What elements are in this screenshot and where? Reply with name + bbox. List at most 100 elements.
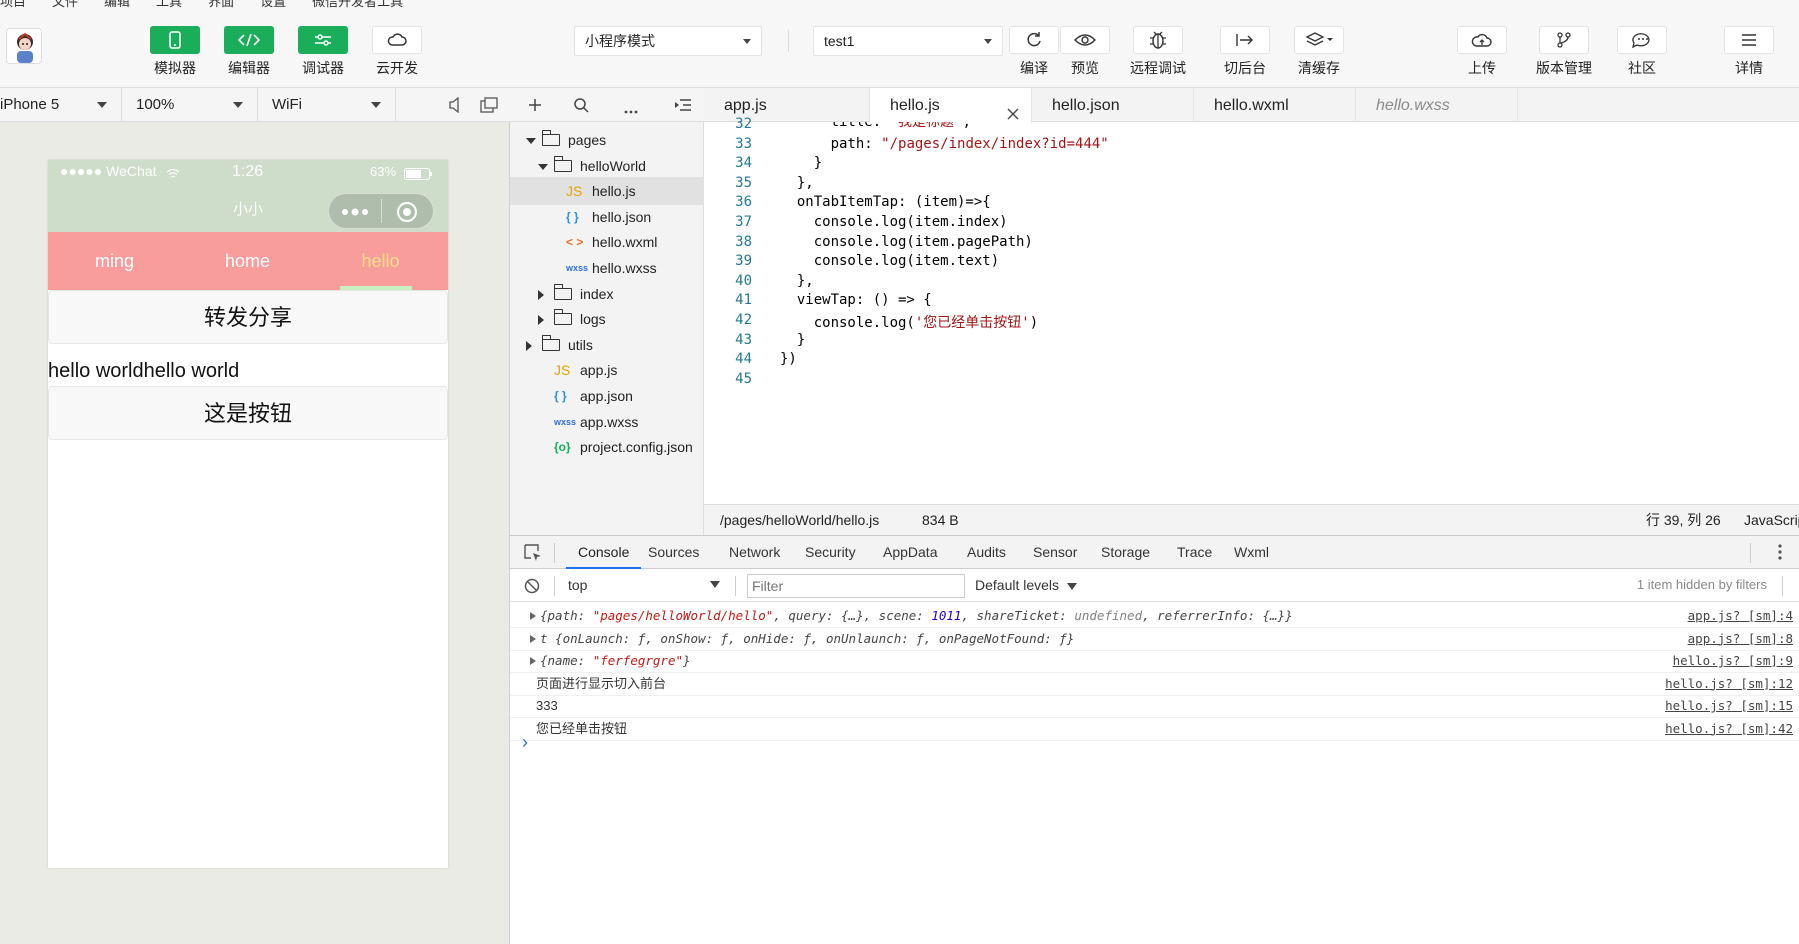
phone-top-tabs: ming home hello	[48, 232, 448, 290]
context-select[interactable]: top	[564, 574, 724, 596]
tree-item-app-js[interactable]: JS app.js	[510, 356, 704, 384]
chevron-down-icon[interactable]	[526, 138, 536, 144]
editor-tab-hello-json[interactable]: hello.json	[1032, 88, 1194, 122]
chevron-down-icon[interactable]	[538, 163, 548, 170]
tab-wxml[interactable]: Wxml	[1234, 536, 1269, 569]
clear-cache-button[interactable]: 清缓存	[1288, 26, 1350, 78]
tab-storage[interactable]: Storage	[1101, 536, 1150, 569]
detach-window-icon[interactable]	[480, 97, 498, 116]
main-button[interactable]: 这是按钮	[48, 386, 448, 440]
zoom-select[interactable]: 100%	[122, 88, 258, 122]
search-icon[interactable]	[573, 97, 589, 116]
tab-security[interactable]: Security	[805, 536, 856, 569]
editor-tab-hello-wxss[interactable]: hello.wxss	[1356, 88, 1518, 122]
community-button[interactable]: 社区	[1611, 26, 1673, 78]
tab-home[interactable]: home	[181, 232, 314, 290]
tree-item-pages[interactable]: pages	[510, 126, 704, 154]
mute-icon[interactable]	[448, 96, 462, 116]
network-select[interactable]: WiFi	[258, 88, 396, 122]
tree-item-hello-js[interactable]: JS hello.js	[510, 177, 704, 206]
console-source-link[interactable]: hello.js? [sm]:42	[1665, 717, 1793, 741]
expand-triangle-icon[interactable]	[530, 657, 536, 665]
expand-triangle-icon[interactable]	[530, 612, 536, 620]
cloud-dev-button[interactable]: 云开发	[366, 26, 428, 78]
tab-network[interactable]: Network	[729, 536, 780, 569]
chevron-right-icon[interactable]	[526, 340, 532, 351]
tab-console[interactable]: Console	[566, 536, 642, 569]
wxss-file-icon: wxss	[566, 263, 589, 273]
expand-triangle-icon[interactable]	[530, 634, 536, 643]
upload-button[interactable]: 上传	[1451, 26, 1513, 78]
menu-item[interactable]: 界面	[208, 0, 234, 8]
tree-item-app-wxss[interactable]: wxss app.wxss	[510, 408, 704, 436]
tree-item-project-config-json[interactable]: {o} project.config.json	[510, 433, 704, 461]
editor-tab-hello-wxml[interactable]: hello.wxml	[1194, 88, 1356, 122]
close-icon[interactable]	[1007, 98, 1019, 134]
menu-item[interactable]: 编辑	[104, 0, 130, 8]
inspect-element-icon[interactable]	[524, 544, 542, 565]
remote-debug-label: 远程调试	[1130, 60, 1186, 76]
tab-trace[interactable]: Trace	[1177, 536, 1212, 569]
menu-item[interactable]: 工具	[156, 0, 182, 8]
tree-item-logs[interactable]: logs	[510, 305, 704, 333]
levels-select[interactable]: Default levels	[975, 574, 1077, 596]
tree-item-label: project.config.json	[580, 439, 693, 456]
tree-item-helloWorld[interactable]: helloWorld	[510, 152, 704, 180]
mode-select[interactable]: 小程序模式	[574, 26, 762, 56]
cloud-upload-icon	[1457, 26, 1507, 54]
console-source-link[interactable]: app.js? [sm]:8	[1688, 627, 1793, 651]
tab-ming[interactable]: ming	[48, 232, 181, 290]
share-button[interactable]: 转发分享	[48, 290, 448, 344]
line-number: 44	[735, 351, 752, 368]
tree-item-hello-wxss[interactable]: wxss hello.wxss	[510, 254, 704, 282]
menu-item[interactable]: 项目	[0, 0, 26, 8]
simulator-toggle-button[interactable]: 模拟器	[144, 26, 206, 78]
chevron-right-icon[interactable]	[538, 289, 544, 300]
preview-button[interactable]: 预览	[1054, 26, 1116, 78]
chevron-right-icon[interactable]	[538, 315, 544, 326]
tree-item-hello-wxml[interactable]: < > hello.wxml	[510, 228, 704, 256]
preview-label: 预览	[1071, 60, 1099, 76]
more-icon[interactable]	[624, 101, 638, 117]
tree-item-index[interactable]: index	[510, 280, 704, 308]
add-file-icon[interactable]	[527, 97, 543, 116]
console-source-link[interactable]: hello.js? [sm]:15	[1665, 694, 1793, 718]
menu-item[interactable]: 设置	[260, 0, 286, 8]
cursor-position[interactable]: 行 39, 列 26	[1646, 505, 1721, 535]
user-avatar[interactable]	[6, 28, 42, 64]
capsule-menu[interactable]	[328, 193, 434, 229]
debugger-toggle-button[interactable]: 调试器	[292, 26, 354, 78]
tree-item-utils[interactable]: utils	[510, 331, 704, 359]
editor-tab-hello-js[interactable]: hello.js	[870, 88, 1032, 123]
tree-item-app-json[interactable]: { } app.json	[510, 382, 704, 410]
tab-sources[interactable]: Sources	[648, 536, 699, 569]
menu-item[interactable]: 微信开发者工具	[312, 0, 403, 8]
console-filter-input[interactable]	[747, 574, 965, 598]
devtools-divider	[554, 543, 555, 563]
tab-sensor[interactable]: Sensor	[1033, 536, 1077, 569]
console-source-link[interactable]: hello.js? [sm]:9	[1673, 649, 1793, 673]
console-source-link[interactable]: app.js? [sm]:4	[1688, 604, 1793, 628]
menu-item[interactable]: 文件	[52, 0, 78, 8]
device-select[interactable]: iPhone 5	[0, 88, 122, 122]
collapse-all-icon[interactable]	[674, 98, 692, 115]
remote-debug-button[interactable]: 远程调试	[1127, 26, 1189, 78]
language-mode[interactable]: JavaScript	[1744, 505, 1799, 535]
tab-audits[interactable]: Audits	[967, 536, 1006, 569]
compile-mode-select[interactable]: test1	[813, 26, 1003, 56]
console-source-link[interactable]: hello.js? [sm]:12	[1665, 672, 1793, 696]
version-button[interactable]: 版本管理	[1533, 26, 1595, 78]
close-target-icon[interactable]	[395, 200, 419, 227]
details-button[interactable]: 详情	[1718, 26, 1780, 78]
more-dots-icon[interactable]	[341, 205, 369, 221]
editor-toggle-button[interactable]: 编辑器	[218, 26, 280, 78]
background-button[interactable]: 切后台	[1214, 26, 1276, 78]
kebab-menu-icon[interactable]	[1778, 544, 1782, 563]
clear-console-icon[interactable]	[524, 578, 540, 597]
tab-appdata[interactable]: AppData	[883, 536, 937, 569]
tree-item-hello-json[interactable]: { } hello.json	[510, 203, 704, 231]
tab-hello[interactable]: hello	[314, 232, 447, 290]
battery-icon	[404, 167, 434, 183]
tree-item-label: helloWorld	[580, 157, 646, 174]
console-prompt[interactable]: ›	[522, 732, 528, 753]
